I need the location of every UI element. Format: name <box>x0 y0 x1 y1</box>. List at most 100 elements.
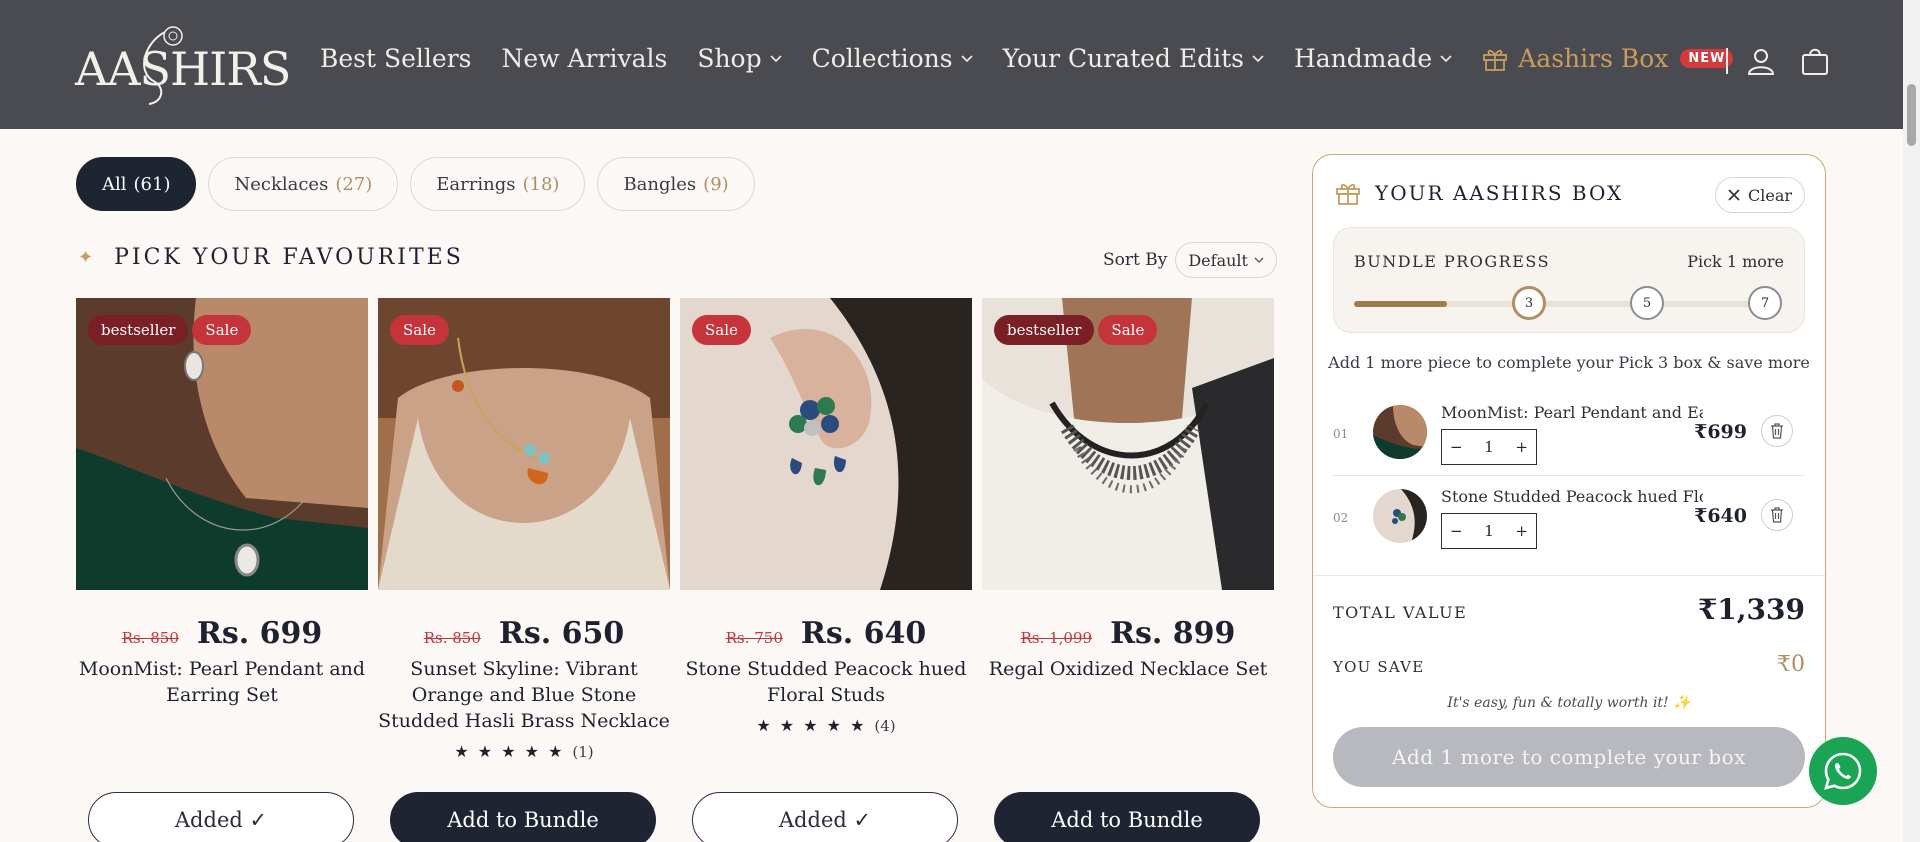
item-name: MoonMist: Pearl Pendant and Ear... <box>1441 403 1703 422</box>
section-title: ✦ PICK YOUR FAVOURITES <box>78 245 464 270</box>
sale-price: Rs. 650 <box>498 616 625 651</box>
savings-label: YOU SAVE <box>1333 658 1425 676</box>
nav-label: Collections <box>811 44 953 73</box>
item-name: Stone Studded Peacock hued Flor... <box>1441 487 1703 506</box>
plus-icon[interactable]: + <box>1515 438 1528 456</box>
step-3: 3 <box>1512 286 1546 320</box>
complete-box-button[interactable]: Add 1 more to complete your box <box>1333 727 1805 787</box>
add-to-bundle-button[interactable]: Add to Bundle <box>994 792 1260 842</box>
nav-best-sellers[interactable]: Best Sellers <box>320 44 471 73</box>
item-thumbnail <box>1373 489 1427 543</box>
progress-remaining: Pick 1 more <box>1687 252 1784 271</box>
sale-price: Rs. 640 <box>800 616 927 651</box>
item-price: ₹699 <box>1694 421 1747 443</box>
page-scrollbar[interactable] <box>1903 0 1920 842</box>
quantity-stepper: − 1 + <box>1441 513 1537 549</box>
product-image[interactable]: bestseller Sale <box>982 298 1274 590</box>
badge-group: bestseller Sale <box>88 315 255 345</box>
item-index: 01 <box>1333 427 1349 441</box>
trash-icon <box>1771 423 1783 439</box>
cart-icon[interactable] <box>1800 46 1830 76</box>
sale-badge: Sale <box>192 315 252 345</box>
category-filters: All (61) Necklaces (27) Earrings (18) Bangl… <box>76 157 767 211</box>
product-image[interactable]: Sale <box>680 298 972 590</box>
product-name[interactable]: MoonMist: Pearl Pendant and Earring Set <box>76 656 368 708</box>
sale-price: Rs. 699 <box>196 616 323 651</box>
nav-handmade[interactable]: Handmade <box>1294 44 1452 73</box>
product-name[interactable]: Sunset Skyline: Vibrant Orange and Blue … <box>378 656 670 734</box>
filter-all[interactable]: All (61) <box>76 157 197 211</box>
plus-icon[interactable]: + <box>1515 522 1528 540</box>
sale-badge: Sale <box>692 315 751 345</box>
box-header: YOUR AASHIRS BOX <box>1335 181 1623 205</box>
filter-bangles[interactable]: Bangles (9) <box>597 157 755 211</box>
badge-group: Sale <box>692 315 755 345</box>
clear-button[interactable]: Clear <box>1714 177 1805 213</box>
nav-label: Shop <box>697 44 762 73</box>
gift-icon <box>1336 183 1360 205</box>
sort-select[interactable]: Default <box>1175 242 1277 278</box>
badge-group: bestseller Sale <box>994 315 1161 345</box>
sale-price: Rs. 899 <box>1110 616 1236 651</box>
bundle-progress: BUNDLE PROGRESS Pick 1 more 3 5 7 <box>1333 227 1805 333</box>
item-divider <box>1333 475 1805 476</box>
box-title: YOUR AASHIRS BOX <box>1375 181 1624 205</box>
remove-item-button[interactable] <box>1761 415 1793 447</box>
brand-logo[interactable]: AASHIRS <box>75 22 291 106</box>
star-rating: ★ ★ ★ ★ ★ <box>454 742 565 761</box>
product-image[interactable]: Sale <box>378 298 670 590</box>
filter-label: All <box>102 173 127 195</box>
logo-text: AASHIRS <box>75 42 291 96</box>
price-row: Rs. 850 Rs. 699 <box>76 616 368 651</box>
section-title-text: PICK YOUR FAVOURITES <box>114 245 464 270</box>
filter-necklaces[interactable]: Necklaces (27) <box>208 157 399 211</box>
sort-control: Sort By Default <box>1103 242 1277 278</box>
nav-shop[interactable]: Shop <box>697 44 782 73</box>
whatsapp-button[interactable] <box>1809 737 1877 805</box>
progress-label: BUNDLE PROGRESS <box>1354 252 1551 271</box>
star-rating: ★ ★ ★ ★ ★ <box>756 716 867 735</box>
quantity-value: 1 <box>1484 438 1494 456</box>
remove-item-button[interactable] <box>1761 499 1793 531</box>
filter-earrings[interactable]: Earrings (18) <box>410 157 586 211</box>
filter-count: (61) <box>133 173 171 195</box>
chevron-down-icon <box>961 54 973 62</box>
site-header: AASHIRS Best Sellers New Arrivals Shop C… <box>0 0 1920 129</box>
totals-divider <box>1313 575 1825 576</box>
chevron-down-icon <box>1254 257 1264 263</box>
review-count: (1) <box>572 743 594 761</box>
product-name[interactable]: Regal Oxidized Necklace Set <box>982 656 1274 682</box>
nav-curated-edits[interactable]: Your Curated Edits <box>1003 44 1264 73</box>
price-row: Rs. 1,099 Rs. 899 <box>982 616 1274 651</box>
progress-fill <box>1354 301 1448 307</box>
bestseller-badge: bestseller <box>994 315 1095 345</box>
scrollbar-thumb[interactable] <box>1907 84 1916 146</box>
product-name[interactable]: Stone Studded Peacock hued Floral Studs <box>680 656 972 708</box>
sort-value: Default <box>1188 250 1248 270</box>
added-button[interactable]: Added ✓ <box>88 792 354 842</box>
minus-icon[interactable]: − <box>1450 438 1463 456</box>
nav-label: Handmade <box>1294 44 1433 73</box>
nav-aashirs-box[interactable]: Aashirs Box NEW <box>1482 44 1734 73</box>
nav-box-label: Aashirs Box <box>1518 44 1669 73</box>
nav-label: Your Curated Edits <box>1002 44 1244 73</box>
review-count: (4) <box>874 717 896 735</box>
old-price: Rs. 850 <box>121 629 179 647</box>
nav-new-arrivals[interactable]: New Arrivals <box>501 44 667 73</box>
product-image[interactable]: bestseller Sale <box>76 298 368 590</box>
nav-collections[interactable]: Collections <box>812 44 973 73</box>
minus-icon[interactable]: − <box>1450 522 1463 540</box>
main-nav: Best Sellers New Arrivals Shop Collectio… <box>320 44 1763 73</box>
added-button[interactable]: Added ✓ <box>692 792 958 842</box>
sparkle-icon: ✦ <box>78 247 97 268</box>
add-to-bundle-button[interactable]: Add to Bundle <box>390 792 656 842</box>
gift-icon <box>1483 49 1508 71</box>
price-row: Rs. 750 Rs. 640 <box>680 616 972 651</box>
badge-group: Sale <box>390 315 453 345</box>
clear-label: Clear <box>1747 185 1792 205</box>
nav-label: Best Sellers <box>320 44 472 73</box>
chevron-down-icon <box>770 54 782 62</box>
total-value: ₹1,339 <box>1697 593 1805 626</box>
account-icon[interactable] <box>1746 46 1776 76</box>
chevron-down-icon <box>1440 54 1452 62</box>
